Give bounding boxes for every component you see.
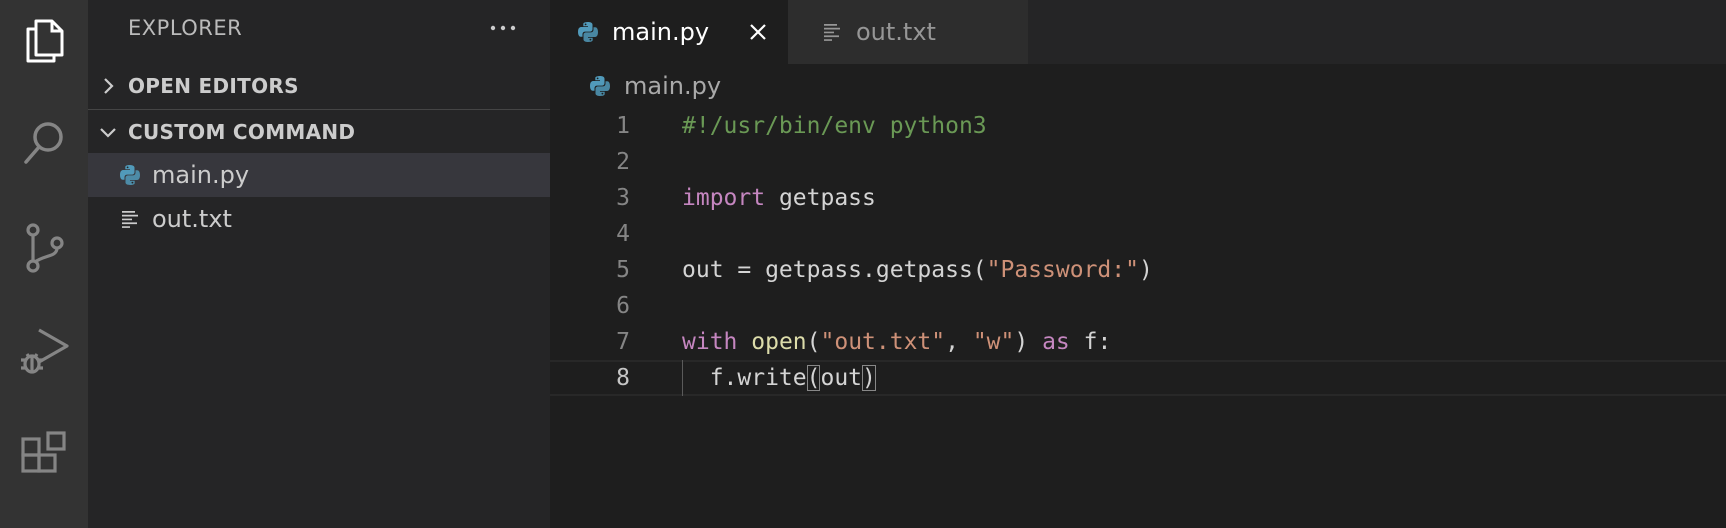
- tab-out-txt[interactable]: out.txt: [788, 0, 1028, 64]
- code-token: getpass: [765, 185, 876, 211]
- tree-item-main-py[interactable]: main.py: [88, 153, 550, 197]
- files-icon[interactable]: [14, 10, 74, 70]
- text-file-icon: [820, 20, 844, 44]
- code-token: "w": [972, 329, 1015, 355]
- python-file-icon: [588, 74, 612, 98]
- chevron-down-icon: [88, 110, 128, 154]
- code-line: 4: [550, 216, 1726, 252]
- code-token: "out.txt": [820, 329, 946, 355]
- code-line: 7 with open("out.txt", "w") as f:: [550, 324, 1726, 360]
- code-token: ): [862, 365, 876, 391]
- code-token: with: [682, 329, 738, 355]
- chevron-right-icon: [88, 64, 128, 108]
- line-number: 6: [616, 293, 630, 319]
- code-line: 8 f.write(out): [550, 360, 1726, 396]
- source-control-icon[interactable]: [14, 218, 74, 278]
- code-token: #!/usr/bin/env python3: [682, 113, 987, 139]
- line-number: 1: [616, 113, 630, 139]
- code-text[interactable]: f.write(out): [682, 360, 876, 396]
- python-file-icon: [118, 163, 142, 187]
- file-label: main.py: [152, 161, 250, 189]
- code-text[interactable]: #!/usr/bin/env python3: [682, 108, 987, 144]
- extensions-icon[interactable]: [14, 426, 74, 486]
- code-token: f:: [1069, 329, 1112, 355]
- code-text[interactable]: with open("out.txt", "w") as f:: [682, 324, 1111, 360]
- line-number: 7: [616, 329, 630, 355]
- code-token: open: [751, 329, 807, 355]
- code-token: ,: [945, 329, 973, 355]
- code-token: out = getpass.getpass(: [682, 257, 987, 283]
- code-line: 1 #!/usr/bin/env python3: [550, 108, 1726, 144]
- editor-tab-bar: main.py out.txt: [550, 0, 1726, 64]
- code-line: 6: [550, 288, 1726, 324]
- sidebar-title: EXPLORER: [128, 16, 243, 40]
- section-label: CUSTOM COMMAND: [128, 120, 356, 144]
- breadcrumb[interactable]: main.py: [550, 64, 721, 108]
- more-actions-icon[interactable]: [483, 8, 523, 48]
- line-number: 2: [616, 149, 630, 175]
- text-file-icon: [118, 207, 142, 231]
- code-token: as: [1042, 329, 1070, 355]
- tab-label: out.txt: [856, 18, 936, 46]
- section-label: OPEN EDITORS: [128, 74, 299, 98]
- code-token: ): [1138, 257, 1153, 283]
- run-debug-icon[interactable]: [14, 322, 74, 382]
- code-editor[interactable]: 1 #!/usr/bin/env python3 2 3 import getpass 4…: [550, 108, 1726, 528]
- section-custom-command[interactable]: CUSTOM COMMAND: [88, 110, 550, 154]
- tab-label: main.py: [612, 18, 710, 46]
- code-line: 5 out = getpass.getpass("Password:"): [550, 252, 1726, 288]
- code-token: "Password:": [986, 257, 1139, 283]
- code-token: (: [806, 329, 821, 355]
- code-text[interactable]: import getpass: [682, 180, 876, 216]
- code-token: (: [806, 365, 821, 391]
- search-icon[interactable]: [14, 112, 74, 172]
- line-number: 8: [616, 365, 630, 391]
- code-token: f.write: [682, 365, 807, 391]
- code-line: 2: [550, 144, 1726, 180]
- file-label: out.txt: [152, 205, 232, 233]
- python-file-icon: [576, 20, 600, 44]
- tree-item-out-txt[interactable]: out.txt: [88, 197, 550, 241]
- code-text[interactable]: out = getpass.getpass("Password:"): [682, 252, 1153, 288]
- line-number: 4: [616, 221, 630, 247]
- explorer-sidebar: EXPLORER OPEN EDITORS CUSTOM COMMAND mai…: [88, 0, 550, 528]
- tab-main-py[interactable]: main.py: [550, 0, 788, 64]
- section-open-editors[interactable]: OPEN EDITORS: [88, 64, 550, 108]
- line-number: 3: [616, 185, 630, 211]
- code-token: import: [682, 185, 766, 211]
- code-token: ): [1014, 329, 1043, 355]
- activity-bar: [0, 0, 88, 528]
- close-icon[interactable]: [742, 16, 774, 48]
- code-token: out: [820, 365, 863, 391]
- line-number: 5: [616, 257, 630, 283]
- breadcrumb-file[interactable]: main.py: [624, 72, 721, 100]
- code-line: 3 import getpass: [550, 180, 1726, 216]
